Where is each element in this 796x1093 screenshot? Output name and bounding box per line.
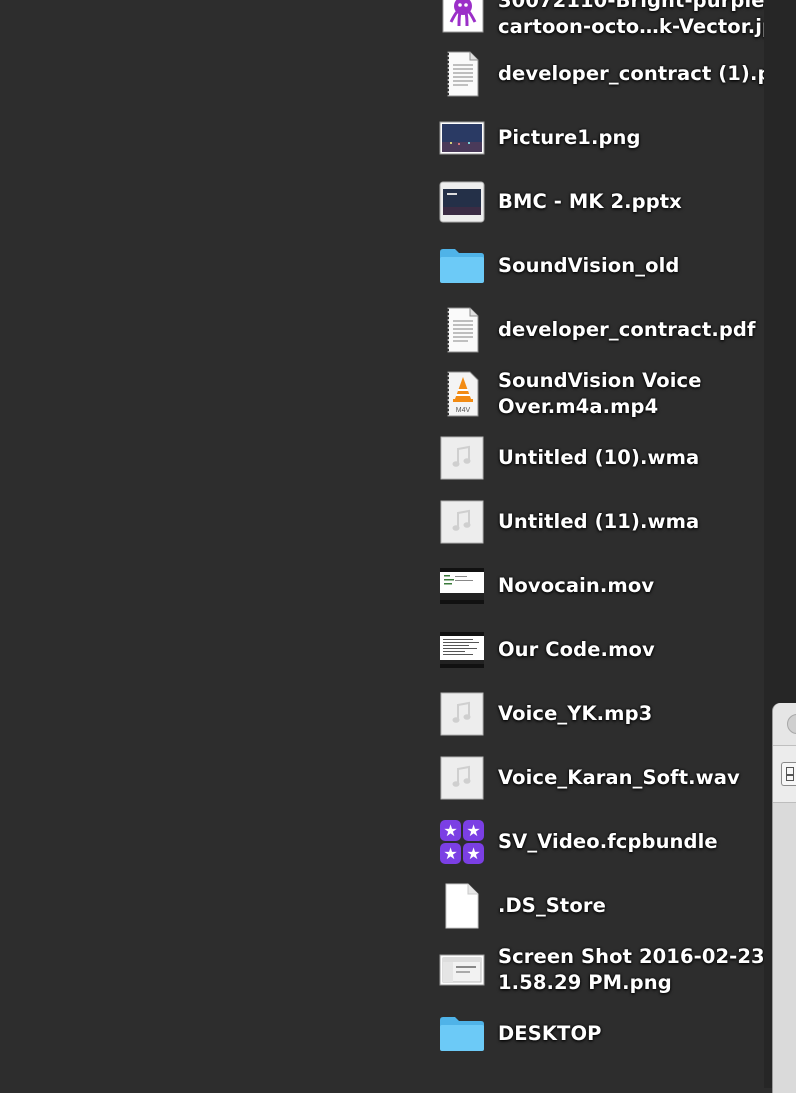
svg-text:★: ★ — [443, 821, 457, 840]
folder-icon — [436, 1012, 488, 1056]
desktop: 30072110-Bright-purple- cartoon-octo…k-V… — [0, 0, 796, 1088]
desktop-item-label: SV_Video.fcpbundle — [498, 830, 718, 853]
desktop-item-our-code-mov[interactable]: Our Code.mov — [436, 624, 796, 676]
vlc-m4v-file-icon: M4V — [436, 371, 488, 417]
desktop-item-label: Voice_Karan_Soft.wav — [498, 766, 740, 789]
desktop-item-label: SoundVision_old — [498, 254, 680, 277]
movie-thumbnail-icon — [436, 628, 488, 672]
desktop-item-label: Screen Shot 2016-02-23 at 1.58.29 PM.png — [498, 945, 794, 994]
movie-thumbnail-icon — [436, 564, 488, 608]
folder-icon — [436, 244, 488, 288]
desktop-item-label: DESKTOP — [498, 1022, 602, 1045]
desktop-item-picture1-png[interactable]: Picture1.png — [436, 112, 796, 164]
desktop-item-desktop-folder[interactable]: DESKTOP — [436, 1008, 796, 1060]
desktop-item-label: developer_contract.pdf — [498, 318, 756, 341]
desktop-item-ds-store[interactable]: .DS_Store — [436, 880, 796, 932]
window-close-button[interactable] — [787, 714, 796, 734]
pdf-document-icon — [436, 51, 488, 97]
desktop-item-label: BMC - MK 2.pptx — [498, 190, 682, 213]
png-image-thumbnail-icon — [436, 116, 488, 160]
desktop-item-octopus-jpg[interactable]: 30072110-Bright-purple- cartoon-octo…k-V… — [436, 0, 796, 40]
finder-titlebar[interactable] — [773, 703, 796, 746]
desktop-item-sv-video-fcpbundle[interactable]: ★ ★ ★ ★ SV_Video.fcpbundle — [436, 816, 796, 868]
audio-file-icon — [436, 692, 488, 736]
purple-octopus-image-icon — [436, 0, 488, 36]
desktop-item-label: SoundVision Voice Over.m4a.mp4 — [498, 369, 702, 418]
audio-file-icon — [436, 436, 488, 480]
desktop-item-label: Picture1.png — [498, 126, 641, 149]
desktop-item-soundvision-old-folder[interactable]: SoundVision_old — [436, 240, 796, 292]
finder-toolbar — [773, 746, 796, 803]
desktop-item-label: Untitled (10).wma — [498, 446, 700, 469]
desktop-item-untitled-10-wma[interactable]: Untitled (10).wma — [436, 432, 796, 484]
desktop-item-novocain-mov[interactable]: Novocain.mov — [436, 560, 796, 612]
desktop-item-label: Voice_YK.mp3 — [498, 702, 653, 725]
desktop-item-label: Untitled (11).wma — [498, 510, 700, 533]
desktop-item-developer-contract-pdf[interactable]: developer_contract.pdf — [436, 304, 796, 356]
desktop-item-soundvision-voice-over-mp4[interactable]: M4V SoundVision Voice Over.m4a.mp4 — [436, 368, 796, 420]
audio-file-icon — [436, 500, 488, 544]
desktop-item-screen-shot-png[interactable]: Screen Shot 2016-02-23 at 1.58.29 PM.png — [436, 944, 796, 996]
desktop-item-label: developer_contract (1).pdf — [498, 62, 795, 85]
pptx-thumbnail-icon — [436, 180, 488, 224]
finder-window-partial[interactable] — [772, 703, 796, 1093]
desktop-item-bmc-pptx[interactable]: BMC - MK 2.pptx — [436, 176, 796, 228]
svg-text:★: ★ — [443, 844, 457, 863]
desktop-item-voice-yk-mp3[interactable]: Voice_YK.mp3 — [436, 688, 796, 740]
finder-content — [773, 803, 796, 1093]
desktop-item-label: Our Code.mov — [498, 638, 655, 661]
pdf-document-icon — [436, 307, 488, 353]
desktop-item-developer-contract-1-pdf[interactable]: developer_contract (1).pdf — [436, 48, 796, 100]
final-cut-bundle-icon: ★ ★ ★ ★ — [436, 820, 488, 864]
desktop-item-label: .DS_Store — [498, 894, 606, 917]
blank-document-icon — [436, 883, 488, 929]
desktop-item-voice-karan-soft-wav[interactable]: Voice_Karan_Soft.wav — [436, 752, 796, 804]
desktop-item-untitled-11-wma[interactable]: Untitled (11).wma — [436, 496, 796, 548]
desktop-item-label: Novocain.mov — [498, 574, 655, 597]
audio-file-icon — [436, 756, 488, 800]
screenshot-thumbnail-icon — [436, 948, 488, 992]
svg-text:M4V: M4V — [456, 407, 471, 414]
svg-text:★: ★ — [466, 821, 480, 840]
view-mode-icon[interactable] — [781, 762, 796, 786]
desktop-item-label: 30072110-Bright-purple- cartoon-octo…k-V… — [498, 0, 791, 38]
svg-text:★: ★ — [466, 844, 480, 863]
